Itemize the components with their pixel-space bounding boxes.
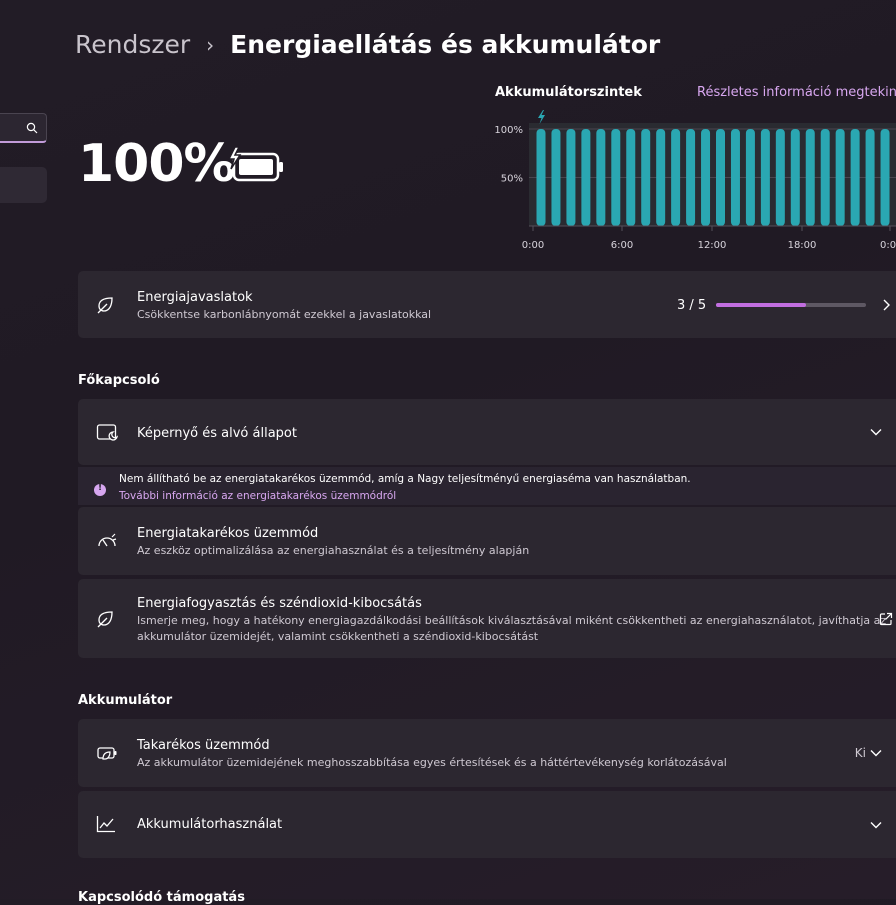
gauge-icon [98,533,117,547]
chevron-right-icon [883,299,890,311]
chart-bar [611,129,621,226]
chart-bar [686,129,696,226]
chart-bar [745,129,755,226]
chart-bar [596,129,606,226]
card-subtitle: Az akkumulátor üzemidejének meghosszabbí… [137,756,727,769]
chart-bar [641,129,651,226]
chart-bar [865,129,875,226]
chart-title: Akkumulátorszintek [495,85,642,100]
card-title: Energiatakarékos üzemmód [137,526,319,541]
chart-bar [671,129,681,226]
progress-label: 3 / 5 [677,298,707,313]
chart-bar [775,129,785,226]
chart-x-tick-label: 0:00 [522,240,544,251]
chart-bar [730,129,740,226]
details-link[interactable]: Részletes információ megtekinté [697,85,896,100]
chart-bar [835,129,845,226]
progress-fill [716,303,806,307]
external-link-icon[interactable] [879,612,893,626]
breadcrumb-parent[interactable]: Rendszer [75,30,190,59]
card-title: Akkumulátorhasználat [137,817,283,832]
battery-usage-card[interactable]: Akkumulátorhasználat [78,791,896,858]
chart-bar [790,129,800,226]
card-title: Energiajavaslatok [137,290,253,305]
battery-charging-icon [228,147,283,182]
search-icon [26,122,38,134]
battery-saver-state: Ki [854,746,866,760]
chart-bar [581,129,591,226]
info-link[interactable]: További információ az energiatakarékos ü… [119,490,396,502]
card-title: Képernyő és alvó állapot [137,426,297,441]
chart-bar [880,129,890,226]
leaf-icon [97,611,113,628]
chart-y-tick-label: 100% [494,125,523,136]
card-title: Energiafogyasztás és széndioxid-kibocsát… [137,596,422,611]
chart-bar [716,129,725,226]
breadcrumb: Rendszer › Energiaellátás és akkumulátor [75,30,660,59]
chart-y-tick-label: 50% [501,174,523,185]
chevron-down-icon[interactable] [870,427,882,437]
energy-consumption-card[interactable]: Energiafogyasztás és széndioxid-kibocsát… [78,579,896,658]
screen-sleep-card[interactable]: Képernyő és alvó állapot [78,399,896,465]
sidebar-item-selected[interactable] [0,167,47,203]
energy-recommendations-card[interactable]: Energiajavaslatok Csökkentse karbonlábny… [78,271,896,338]
card-subtitle-line1: Ismerje meg, hogy a hatékony energiagazd… [137,614,887,627]
chart-bar [805,129,815,226]
chart-bar [566,129,576,226]
chart-x-tick-label: 18:00 [788,240,817,251]
chart-x-tick-label: 12:00 [698,240,727,251]
energy-saver-card[interactable]: Energiatakarékos üzemmód Az eszköz optim… [78,507,896,575]
info-icon [94,483,106,496]
battery-percentage: 100% [78,134,236,194]
card-subtitle: Az eszköz optimalizálása az energiahaszn… [137,544,530,557]
lightning-icon [538,110,545,124]
card-subtitle-line2: akkumulátor üzemidejét, valamint csökken… [137,630,539,643]
chart-x-tick-label: 6:00 [611,240,633,251]
section-heading-battery: Akkumulátor [78,693,173,708]
chart-x-tick-label: 0:0 [880,240,896,251]
info-text: Nem állítható be az energiatakarékos üze… [119,473,691,485]
card-title: Takarékos üzemmód [137,738,270,753]
line-chart-icon [96,816,115,833]
progress-bar [716,303,866,307]
battery-saver-icon [97,747,117,760]
chart-bar [701,129,711,226]
chart-bar [850,129,860,226]
chart-bar [551,129,561,226]
chart-bar [626,129,636,226]
chart-bar [820,129,830,226]
chevron-down-icon[interactable] [870,820,882,830]
chevron-down-icon[interactable] [870,748,882,758]
battery-saver-card[interactable]: Takarékos üzemmód Az akkumulátor üzemide… [78,719,896,787]
section-heading-power: Főkapcsoló [78,373,160,388]
battery-levels-chart: 100% 50% 0:00 6:00 12:00 18:00 0:0 [494,110,896,251]
page-title: Energiaellátás és akkumulátor [230,30,661,59]
section-heading-related: Kapcsolódó támogatás [78,890,245,905]
leaf-icon [97,297,113,314]
screen-sleep-icon [96,424,118,441]
info-bar: Nem állítható be az energiatakarékos üze… [78,467,896,505]
chart-bar [760,129,770,226]
search-input[interactable] [0,113,47,143]
chevron-right-icon: › [206,32,215,57]
chart-bar [656,129,666,226]
chart-bar [536,129,546,226]
card-subtitle: Csökkentse karbonlábnyomát ezekkel a jav… [137,308,432,321]
